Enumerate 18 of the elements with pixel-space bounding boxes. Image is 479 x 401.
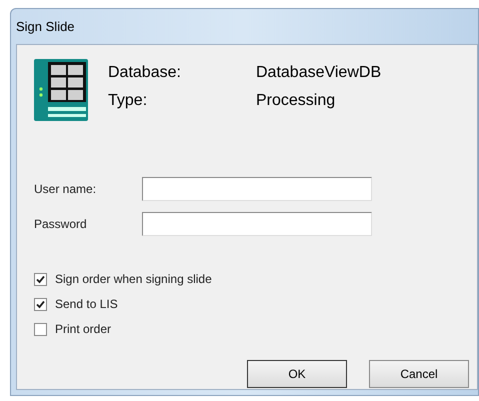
input-field[interactable] [142,212,372,236]
field-label: Password [34,216,88,233]
field-label: User name: [34,181,98,198]
checkbox[interactable] [34,272,47,286]
checkbox-label: Print order [55,321,112,338]
database-grid-icon [34,59,88,121]
info-label: Database: [108,63,182,83]
checkbox[interactable] [34,322,47,336]
input-field[interactable] [142,177,372,201]
ok-button[interactable]: OK [247,360,347,388]
checkbox-label: Send to LIS [55,296,118,313]
checkbox[interactable] [34,298,47,310]
cancel-button[interactable]: Cancel [369,360,469,388]
checkbox-label: Sign order when signing slide [55,271,212,288]
info-label: Type: [108,91,148,111]
info-value: DatabaseViewDB [256,63,382,83]
info-value: Processing [256,91,336,111]
window-title: Sign Slide [16,18,75,36]
